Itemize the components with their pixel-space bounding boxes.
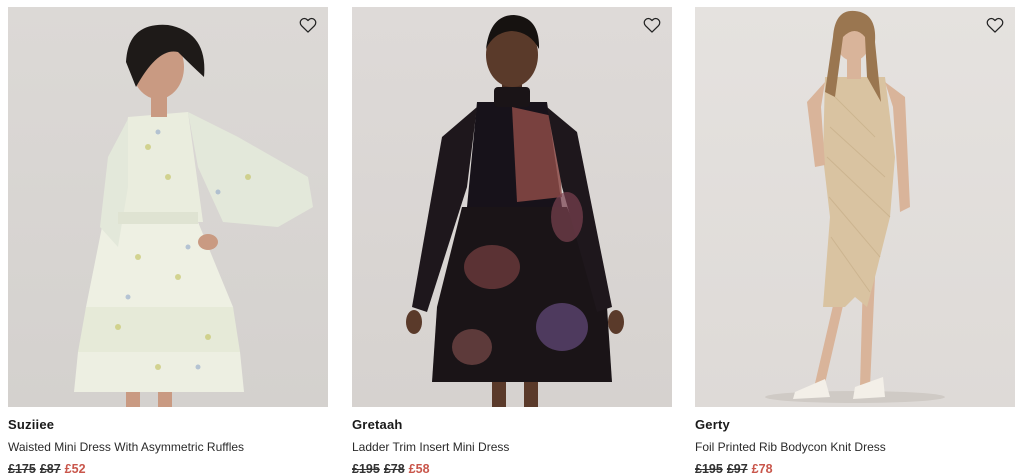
previous-price: £87 [39, 462, 61, 476]
previous-price: £97 [726, 462, 748, 476]
previous-price: £78 [383, 462, 405, 476]
heart-outline-icon [643, 17, 661, 33]
price-row: £195 £97 £78 [695, 462, 1015, 476]
product-grid: Suziiee Waisted Mini Dress With Asymmetr… [0, 0, 1024, 476]
product-brand[interactable]: Suziiee [8, 417, 328, 435]
model-photo [765, 10, 945, 403]
sale-price: £78 [751, 462, 773, 476]
product-image[interactable] [8, 7, 328, 407]
product-image[interactable] [352, 7, 672, 407]
sale-price: £52 [64, 462, 86, 476]
original-price: £195 [352, 462, 380, 476]
product-card[interactable]: Suziiee Waisted Mini Dress With Asymmetr… [8, 7, 328, 476]
product-description[interactable]: Ladder Trim Insert Mini Dress [352, 440, 672, 456]
price-row: £195 £78 £58 [352, 462, 672, 476]
original-price: £175 [8, 462, 36, 476]
product-image[interactable] [695, 7, 1015, 407]
sale-price: £58 [408, 462, 430, 476]
product-card[interactable]: Gretaah Ladder Trim Insert Mini Dress £1… [352, 7, 672, 476]
product-brand[interactable]: Gerty [695, 417, 1015, 435]
model-photo [74, 24, 313, 407]
model-photo [406, 15, 624, 407]
price-row: £175 £87 £52 [8, 462, 328, 476]
original-price: £195 [695, 462, 723, 476]
product-card[interactable]: Gerty Foil Printed Rib Bodycon Knit Dres… [695, 7, 1015, 476]
product-brand[interactable]: Gretaah [352, 417, 672, 435]
heart-outline-icon [299, 17, 317, 33]
wishlist-button[interactable] [642, 15, 662, 35]
wishlist-button[interactable] [298, 15, 318, 35]
heart-outline-icon [986, 17, 1004, 33]
wishlist-button[interactable] [985, 15, 1005, 35]
product-description[interactable]: Waisted Mini Dress With Asymmetric Ruffl… [8, 440, 328, 456]
product-description[interactable]: Foil Printed Rib Bodycon Knit Dress [695, 440, 1015, 456]
